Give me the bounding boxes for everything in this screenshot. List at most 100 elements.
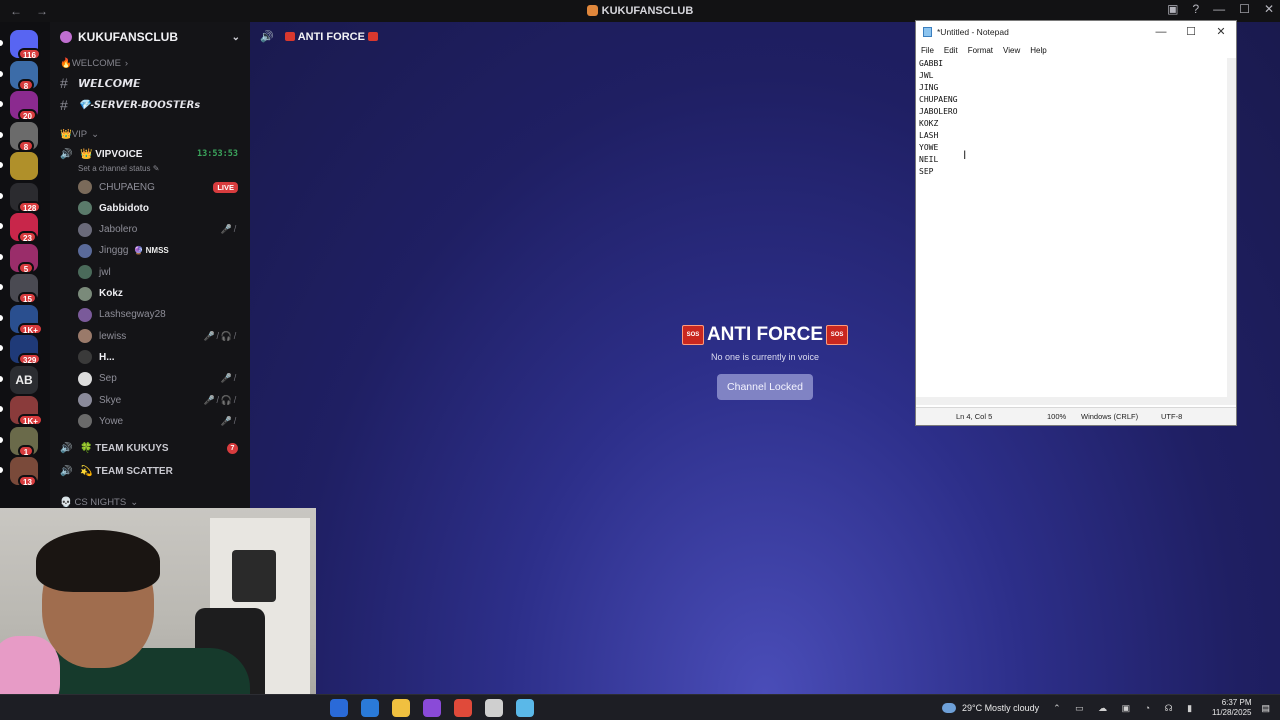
member-name: Jabolero bbox=[99, 224, 138, 236]
category-vip[interactable]: 👑VIP ⌄ bbox=[50, 128, 250, 140]
hashtag-icon: # bbox=[60, 75, 68, 91]
inbox-icon[interactable]: ▣ bbox=[1167, 2, 1178, 16]
notification-badge: 329 bbox=[18, 353, 42, 365]
voice-member[interactable]: lewiss 🎤̸🎧̸ bbox=[50, 327, 250, 345]
unread-indicator bbox=[0, 375, 3, 382]
menu-view[interactable]: View bbox=[1003, 46, 1020, 55]
voice-member[interactable]: Kokz bbox=[50, 285, 250, 303]
menu-format[interactable]: Format bbox=[968, 46, 993, 55]
avatar bbox=[78, 286, 92, 301]
unread-indicator bbox=[0, 40, 3, 46]
system-tray: 29°C Mostly cloudy ⌃ ▭ ☁ ▣ ◔ ☊ ▮ 6:37 PM… bbox=[941, 695, 1270, 720]
tray-icons[interactable]: ⌃ ▭ ☁ ▣ ◔ ☊ ▮ bbox=[1053, 703, 1198, 714]
avatar bbox=[78, 329, 92, 344]
unread-indicator bbox=[0, 223, 3, 229]
muted-icon: 🎤̸ bbox=[220, 373, 238, 384]
text-line: LASH bbox=[919, 131, 939, 140]
channel-welcome[interactable]: # 𝙒𝙀𝙇𝘾𝙊𝙈𝙀 bbox=[50, 74, 250, 92]
server-rail: 116 8 20 8 128 23 5 15 1K+ 329 AB 1K+ 1 13 bbox=[0, 22, 50, 512]
category-welcome[interactable]: 🔥WELCOME › bbox=[50, 57, 250, 69]
voice-member[interactable]: H... bbox=[50, 348, 250, 366]
menu-help[interactable]: Help bbox=[1030, 46, 1046, 55]
member-name: Kokz bbox=[99, 288, 123, 299]
channel-server-boosters[interactable]: # 💎-𝙎𝙀𝙍𝙑𝙀𝙍-𝘽𝙊𝙊𝙎𝙏𝙀𝙍𝙨 bbox=[50, 96, 250, 114]
voice-member[interactable]: Lashsegway28 bbox=[50, 306, 250, 324]
voice-member[interactable]: CHUPAENG LIVE bbox=[50, 178, 250, 196]
taskbar-app-icon[interactable] bbox=[516, 699, 534, 717]
unread-indicator bbox=[0, 70, 3, 77]
forward-arrow-icon[interactable]: → bbox=[36, 4, 48, 18]
notification-icon[interactable]: ▤ bbox=[1261, 703, 1270, 714]
close-button[interactable]: ✕ bbox=[1206, 21, 1236, 43]
unread-indicator bbox=[0, 314, 3, 321]
server-icon[interactable] bbox=[10, 152, 38, 180]
avatar bbox=[78, 265, 92, 280]
speaker-icon: 🔊 bbox=[60, 148, 73, 160]
horizontal-scrollbar[interactable] bbox=[916, 397, 1227, 405]
category-cs-nights[interactable]: 💀 CS NIGHTS ⌄ bbox=[50, 496, 250, 508]
avatar bbox=[78, 414, 92, 429]
avatar bbox=[78, 371, 92, 386]
text-line: JING bbox=[919, 83, 939, 92]
menu-file[interactable]: File bbox=[921, 46, 934, 55]
chevron-down-icon[interactable]: ⌄ bbox=[232, 32, 240, 43]
channel-title: SOS ANTI FORCE SOS bbox=[675, 324, 855, 346]
taskbar: 29°C Mostly cloudy ⌃ ▭ ☁ ▣ ◔ ☊ ▮ 6:37 PM… bbox=[0, 694, 1280, 720]
maximize-button[interactable]: ☐ bbox=[1239, 2, 1250, 16]
taskbar-app-icon[interactable] bbox=[361, 699, 379, 717]
taskbar-app-icon[interactable] bbox=[392, 699, 410, 717]
sos-icon bbox=[367, 32, 378, 41]
guild-icon bbox=[60, 31, 72, 43]
vertical-scrollbar[interactable] bbox=[1227, 58, 1236, 405]
taskbar-apps bbox=[330, 699, 534, 717]
unread-indicator bbox=[0, 162, 3, 168]
channel-locked-button[interactable]: Channel Locked bbox=[717, 374, 813, 400]
taskbar-app-icon[interactable] bbox=[330, 699, 348, 717]
voice-member[interactable]: jwl bbox=[50, 263, 250, 281]
taskbar-app-icon[interactable] bbox=[423, 699, 441, 717]
voice-member[interactable]: Jinggg 🔮 NMSS bbox=[50, 242, 250, 260]
voice-channel-vipvoice[interactable]: 🔊 👑 VIPVOICE 13:53:53 bbox=[50, 146, 250, 162]
weather-text[interactable]: 29°C Mostly cloudy bbox=[962, 703, 1039, 713]
voice-member[interactable]: Sep 🎤̸ bbox=[50, 370, 250, 388]
member-count-badge: 7 bbox=[227, 442, 238, 454]
close-button[interactable]: ✕ bbox=[1264, 2, 1274, 16]
notepad-text-area[interactable]: GABBI JWL JING CHUPAENG JABOLERO KOKZ LASH YOWE… bbox=[919, 58, 1226, 405]
voice-channel-team-kukuys[interactable]: 🔊 🍀 TEAM KUKUYS 7 bbox=[50, 440, 250, 456]
clock[interactable]: 6:37 PM 11/28/2025 bbox=[1212, 698, 1251, 718]
channel-status-hint[interactable]: Set a channel status ✎ bbox=[50, 162, 250, 174]
server-icon[interactable]: AB bbox=[10, 365, 38, 394]
taskbar-app-icon[interactable] bbox=[485, 699, 503, 717]
voice-member[interactable]: Skye 🎤̸🎧̸ bbox=[50, 391, 250, 409]
stage-header: 🔊 ANTI FORCE bbox=[260, 30, 381, 43]
notification-badge: 20 bbox=[18, 109, 37, 121]
text-line: CHUPAENG bbox=[919, 95, 958, 104]
notification-badge: 128 bbox=[18, 200, 42, 213]
unread-indicator bbox=[0, 253, 3, 260]
help-icon[interactable]: ? bbox=[1192, 2, 1199, 16]
minimize-button[interactable]: — bbox=[1146, 21, 1176, 43]
voice-member[interactable]: Gabbidoto bbox=[50, 199, 250, 217]
muted-icon: 🎤̸ bbox=[220, 224, 238, 235]
maximize-button[interactable]: ☐ bbox=[1176, 21, 1206, 43]
menu-edit[interactable]: Edit bbox=[944, 46, 958, 55]
avatar bbox=[78, 222, 92, 237]
sos-icon: SOS bbox=[681, 325, 704, 345]
guild-header[interactable]: KUKUFANSCLUB ⌄ bbox=[50, 22, 250, 52]
speaker-icon: 🔊 bbox=[60, 465, 73, 477]
voice-member[interactable]: Jabolero 🎤̸ bbox=[50, 221, 250, 239]
streamer-hair bbox=[36, 530, 160, 592]
back-arrow-icon[interactable]: ← bbox=[10, 4, 22, 18]
notepad-window: *Untitled - Notepad — ☐ ✕ File Edit Form… bbox=[915, 20, 1237, 426]
minimize-button[interactable]: — bbox=[1213, 2, 1225, 16]
member-name: Jinggg bbox=[99, 245, 129, 257]
muted-icon: 🎤̸ bbox=[220, 415, 238, 426]
text-line: JWL bbox=[919, 71, 934, 80]
taskbar-app-icon[interactable] bbox=[454, 699, 472, 717]
line-ending: Windows (CRLF) bbox=[1081, 412, 1139, 421]
voice-member[interactable]: Yowe 🎤̸ bbox=[50, 412, 250, 430]
text-line: KOKZ bbox=[919, 119, 939, 128]
screen: ← → KUKUFANSCLUB ▣ ? — ☐ ✕ 116 8 20 8 128 23 5… bbox=[0, 0, 1280, 720]
voice-channel-team-scatter[interactable]: 🔊 💫 TEAM SCATTER bbox=[50, 463, 250, 479]
member-name: Skye bbox=[99, 394, 122, 406]
